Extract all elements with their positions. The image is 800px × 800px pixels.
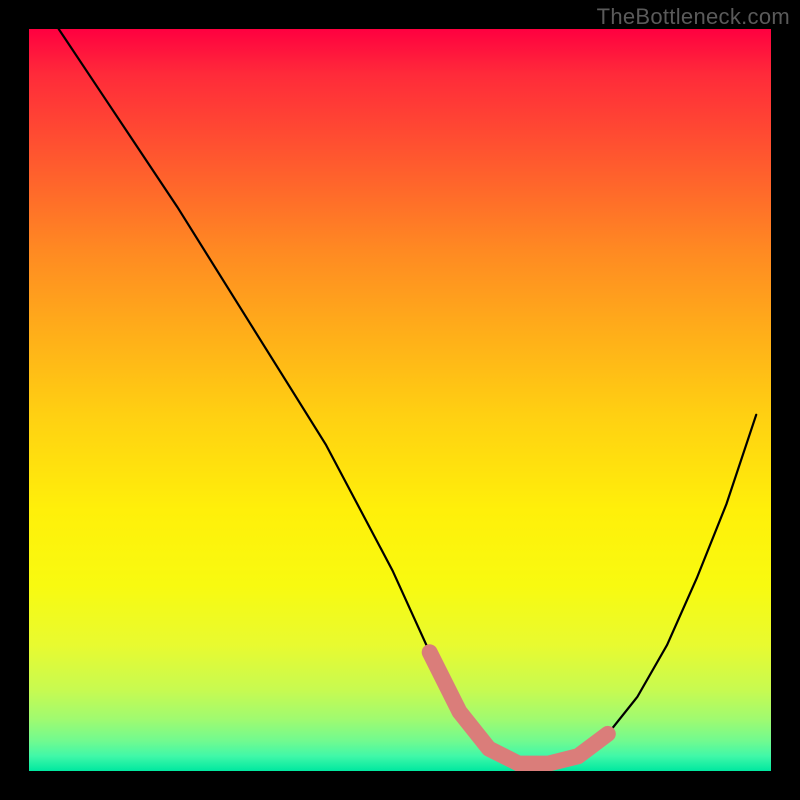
watermark-text: TheBottleneck.com	[597, 4, 790, 30]
optimal-range-highlight	[430, 652, 608, 763]
chart-frame: TheBottleneck.com	[0, 0, 800, 800]
chart-svg	[29, 29, 771, 771]
bottleneck-curve	[59, 29, 757, 764]
plot-area	[29, 29, 771, 771]
